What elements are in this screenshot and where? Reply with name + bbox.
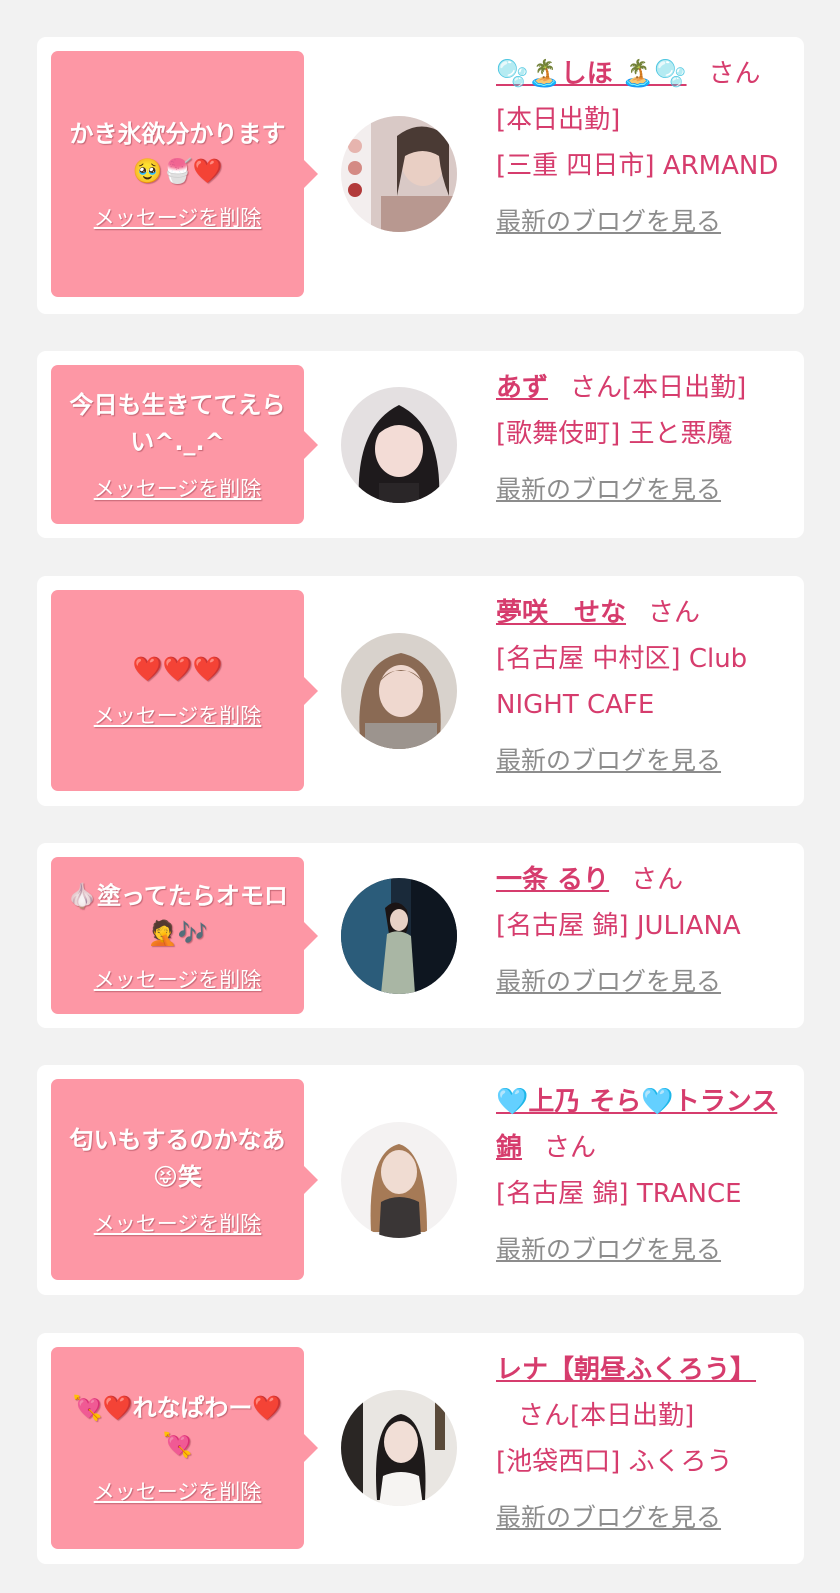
girl-name-link[interactable]: 一条 るり [496,865,609,895]
delete-message-link[interactable]: メッセージを削除 [94,202,262,232]
profile-info: 夢咲 せな さん [名古屋 中村区] Club NIGHT CAFE 最新のブログ… [496,590,786,778]
avatar[interactable] [341,633,457,749]
message-card: 💘❤️れなぱわー❤️💘 メッセージを削除 レナ【朝昼ふくろう】さん[本日出勤] … [37,1333,804,1564]
delete-message-link[interactable]: メッセージを削除 [94,700,262,730]
avatar-photo-icon [341,878,457,994]
girl-name-link[interactable]: あず [496,373,548,403]
girl-name-link[interactable]: レナ【朝昼ふくろう】 [496,1355,756,1385]
profile-info: レナ【朝昼ふくろう】さん[本日出勤] [池袋西口] ふくろう 最新のブログを見る [496,1347,786,1535]
girl-name-link[interactable]: 🫧🏝️しほ 🏝️🫧 [496,59,687,89]
shop-location: [名古屋 錦] JULIANA [496,911,741,941]
message-bubble: 匂いもするのかなあ😝笑 メッセージを削除 [51,1079,304,1280]
honorific: さん [708,59,761,89]
latest-blog-link[interactable]: 最新のブログを見る [496,965,786,999]
delete-message-link[interactable]: メッセージを削除 [94,473,262,503]
avatar[interactable] [341,387,457,503]
latest-blog-link[interactable]: 最新のブログを見る [496,1233,786,1267]
profile-info: 🫧🏝️しほ 🏝️🫧 さん [本日出勤] [三重 四日市] ARMAND 最新のブログ… [496,51,786,239]
delete-message-link[interactable]: メッセージを削除 [94,964,262,994]
message-card: 匂いもするのかなあ😝笑 メッセージを削除 🩵上乃 そら🩵トランス 錦さん [名古… [37,1065,804,1295]
honorific: さん [648,598,701,628]
delete-message-link[interactable]: メッセージを削除 [94,1476,262,1506]
message-bubble: 今日も生きててえらい^._.^ メッセージを削除 [51,365,304,524]
message-bubble: ❤️❤️❤️ メッセージを削除 [51,590,304,791]
message-text: 🧄塗ってたらオモロ🤦🎶 [67,881,288,947]
message-text: かき氷欲分かります🥹🍧❤️ [69,120,286,185]
girl-name-link[interactable]: 夢咲 せな [496,598,626,628]
message-bubble: 🧄塗ってたらオモロ🤦🎶 メッセージを削除 [51,857,304,1014]
avatar-photo-icon [341,387,457,503]
girl-name-link[interactable]: 🩵上乃 そら🩵トランス 錦 [496,1087,777,1163]
latest-blog-link[interactable]: 最新のブログを見る [496,1501,786,1535]
profile-info: あず さん[本日出勤] [歌舞伎町] 王と悪魔 最新のブログを見る [496,365,786,507]
work-status: [本日出勤] [622,373,747,403]
message-text: ❤️❤️❤️ [132,655,223,683]
shop-location: [名古屋 錦] TRANCE [496,1179,742,1209]
avatar-photo-icon [341,116,457,232]
avatar-photo-icon [341,1122,457,1238]
shop-location: [池袋西口] ふくろう [496,1447,733,1477]
message-card: かき氷欲分かります🥹🍧❤️ メッセージを削除 🫧🏝️しほ 🏝️🫧 さん [本日出勤]… [37,37,804,314]
avatar[interactable] [341,1390,457,1506]
message-card: 🧄塗ってたらオモロ🤦🎶 メッセージを削除 一条 るり さん [名古屋 錦] JUL… [37,843,804,1028]
message-text: 今日も生きててえらい^._.^ [69,390,286,456]
message-text: 💘❤️れなぱわー❤️💘 [72,1394,283,1459]
message-list: かき氷欲分かります🥹🍧❤️ メッセージを削除 🫧🏝️しほ 🏝️🫧 さん[本日出勤]… [0,0,840,1593]
latest-blog-link[interactable]: 最新のブログを見る [496,744,786,778]
work-status: [本日出勤] [496,105,621,135]
honorific: さん [631,865,684,895]
delete-message-link[interactable]: メッセージを削除 [94,1208,262,1238]
honorific: さん [544,1133,597,1163]
message-card: 今日も生きててえらい^._.^ メッセージを削除 あず さん[本日出勤] [歌舞伎… [37,351,804,538]
message-text: 匂いもするのかなあ😝笑 [69,1125,286,1191]
profile-info: 🩵上乃 そら🩵トランス 錦さん [名古屋 錦] TRANCE 最新のブログを見る [496,1079,786,1267]
message-card: ❤️❤️❤️ メッセージを削除 夢咲 せな さん [名古屋 中村区] Club N… [37,576,804,806]
message-bubble: かき氷欲分かります🥹🍧❤️ メッセージを削除 [51,51,304,297]
message-bubble: 💘❤️れなぱわー❤️💘 メッセージを削除 [51,1347,304,1549]
work-status: [本日出勤] [570,1401,695,1431]
latest-blog-link[interactable]: 最新のブログを見る [496,205,786,239]
shop-location: [名古屋 中村区] Club NIGHT CAFE [496,644,748,720]
honorific: さん [518,1401,571,1431]
profile-info: 一条 るり さん [名古屋 錦] JULIANA 最新のブログを見る [496,857,786,999]
honorific: さん [570,373,623,403]
avatar[interactable] [341,116,457,232]
shop-location: [歌舞伎町] 王と悪魔 [496,419,733,449]
avatar-photo-icon [341,633,457,749]
avatar[interactable] [341,1122,457,1238]
latest-blog-link[interactable]: 最新のブログを見る [496,473,786,507]
shop-location: [三重 四日市] ARMAND [496,151,779,181]
avatar-photo-icon [341,1390,457,1506]
avatar[interactable] [341,878,457,994]
